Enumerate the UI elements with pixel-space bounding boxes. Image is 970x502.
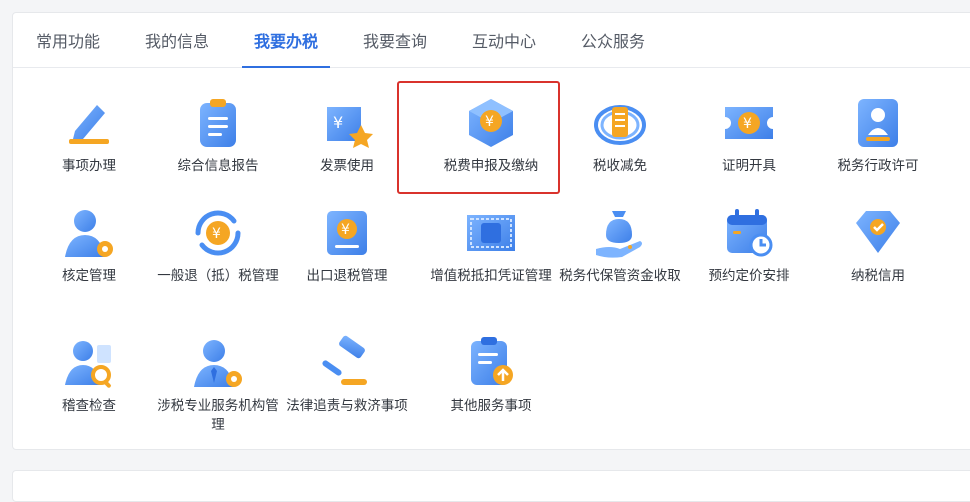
item-label: 其他服务事项 xyxy=(450,398,532,414)
item-legal-accountability[interactable]: 法律追责与救济事项 xyxy=(283,335,411,416)
tax-emblem-icon xyxy=(594,105,646,145)
item-audit-inspection[interactable]: 稽查检查 xyxy=(25,335,153,416)
tab-common-functions[interactable]: 常用功能 xyxy=(23,13,113,67)
gavel-icon xyxy=(322,335,367,385)
money-bag-hand-icon xyxy=(596,211,642,258)
pencil-icon xyxy=(69,105,109,144)
svg-text:¥: ¥ xyxy=(485,114,494,130)
list-upload-icon xyxy=(471,337,513,385)
tab-tax-handling[interactable]: 我要办税 xyxy=(242,13,330,68)
clipboard-report-icon xyxy=(200,99,236,147)
item-certificate-issue[interactable]: ¥ 证明开具 xyxy=(685,95,813,176)
stamp-license-icon xyxy=(858,99,898,147)
item-professional-service-agency[interactable]: 涉税专业服务机构管理 xyxy=(154,335,282,435)
yuan-refresh-icon: ¥ xyxy=(195,210,241,256)
item-advance-pricing[interactable]: 预约定价安排 xyxy=(685,205,813,286)
lower-panel-edge xyxy=(12,470,970,502)
item-label: 一般退（抵）税管理 xyxy=(157,268,279,284)
item-label: 稽查检查 xyxy=(62,398,116,414)
item-administrative-license[interactable]: 税务行政许可 xyxy=(814,95,942,176)
agent-gear-icon xyxy=(194,340,242,387)
item-label: 增值税抵扣凭证管理 xyxy=(430,268,552,284)
item-label: 税务代保管资金收取 xyxy=(559,268,681,284)
item-label: 税费申报及缴纳 xyxy=(443,158,539,174)
tax-service-panel: 常用功能 我的信息 我要办税 我要查询 互动中心 公众服务 事项办理 综合信息报 xyxy=(12,12,970,450)
item-label: 事项办理 xyxy=(62,158,116,174)
item-export-refund[interactable]: ¥ 出口退税管理 xyxy=(283,205,411,286)
item-invoice-use[interactable]: ¥ 发票使用 xyxy=(283,95,411,176)
item-label: 预约定价安排 xyxy=(708,268,790,284)
item-label: 出口退税管理 xyxy=(306,268,388,284)
item-label: 税收减免 xyxy=(593,158,647,174)
svg-text:¥: ¥ xyxy=(743,116,752,132)
item-general-refund[interactable]: ¥ 一般退（抵）税管理 xyxy=(154,205,282,286)
item-tax-declaration-payment[interactable]: ¥ 税费申报及缴纳 xyxy=(427,95,555,176)
item-label: 法律追责与救济事项 xyxy=(286,398,408,414)
item-label: 涉税专业服务机构管理 xyxy=(157,398,279,433)
service-grid: 事项办理 综合信息报告 ¥ 发票使用 ¥ 税费申报及缴纳 税收减免 ¥ 证明开具… xyxy=(13,67,970,449)
inspector-search-icon xyxy=(65,341,111,388)
certificate-ticket-icon: ¥ xyxy=(725,107,773,139)
tab-interaction-center[interactable]: 互动中心 xyxy=(459,13,549,67)
item-verification-management[interactable]: 核定管理 xyxy=(25,205,153,286)
item-label: 纳税信用 xyxy=(851,268,905,284)
item-label: 核定管理 xyxy=(62,268,116,284)
invoice-star-icon: ¥ xyxy=(327,107,373,148)
calendar-clock-icon xyxy=(727,209,773,257)
yuan-book-icon: ¥ xyxy=(327,211,367,255)
item-label: 综合信息报告 xyxy=(177,158,259,174)
item-tax-reduction[interactable]: 税收减免 xyxy=(556,95,684,176)
tab-my-info[interactable]: 我的信息 xyxy=(132,13,222,67)
svg-text:¥: ¥ xyxy=(341,222,350,238)
svg-text:¥: ¥ xyxy=(212,226,221,242)
yuan-cube-icon: ¥ xyxy=(469,99,513,147)
heart-diamond-icon xyxy=(856,211,900,253)
item-custody-funds[interactable]: 税务代保管资金收取 xyxy=(556,205,684,286)
vat-ticket-icon xyxy=(467,215,515,251)
item-matter-handling[interactable]: 事项办理 xyxy=(25,95,153,176)
tab-bar: 常用功能 我的信息 我要办税 我要查询 互动中心 公众服务 xyxy=(13,13,970,68)
item-label: 税务行政许可 xyxy=(837,158,919,174)
item-other-services[interactable]: 其他服务事项 xyxy=(427,335,555,416)
item-label: 证明开具 xyxy=(722,158,776,174)
item-comprehensive-report[interactable]: 综合信息报告 xyxy=(154,95,282,176)
user-gear-icon xyxy=(65,210,113,257)
tab-public-service[interactable]: 公众服务 xyxy=(568,13,658,67)
tab-my-query[interactable]: 我要查询 xyxy=(350,13,440,67)
item-tax-credit[interactable]: 纳税信用 xyxy=(814,205,942,286)
item-vat-deduction[interactable]: 增值税抵扣凭证管理 xyxy=(427,205,555,286)
item-label: 发票使用 xyxy=(320,158,374,174)
svg-text:¥: ¥ xyxy=(333,113,343,132)
